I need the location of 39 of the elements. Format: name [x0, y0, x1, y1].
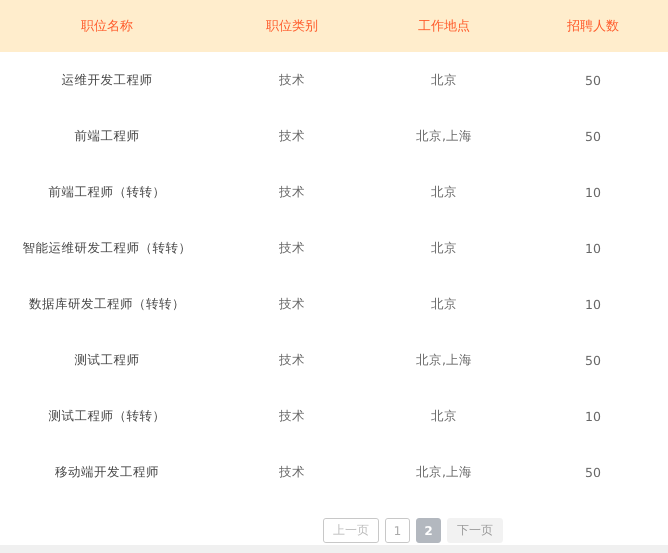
category-cell: 技术: [279, 128, 305, 144]
location-cell: 北京,上海: [416, 464, 472, 480]
headcount-cell: 10: [585, 184, 601, 200]
job-title-cell: 运维开发工程师: [62, 72, 152, 88]
job-title-cell: 前端工程师（转转）: [48, 184, 166, 200]
location-cell: 北京: [431, 408, 457, 424]
location-cell: 北京: [431, 72, 457, 88]
headcount-cell: 50: [585, 352, 601, 368]
column-header: 职位名称: [81, 18, 133, 35]
column-header: 职位类别: [266, 18, 318, 35]
job-title-cell: 移动端开发工程师: [55, 464, 159, 480]
headcount-cell: 50: [585, 72, 601, 88]
category-cell: 技术: [279, 184, 305, 200]
location-cell: 北京: [431, 240, 457, 256]
category-cell: 技术: [279, 464, 305, 480]
category-cell: 技术: [279, 408, 305, 424]
column-header: 招聘人数: [567, 18, 619, 35]
job-title-cell: 前端工程师: [74, 128, 140, 144]
page-button[interactable]: 2: [416, 518, 441, 543]
headcount-cell: 50: [585, 128, 601, 144]
location-cell: 北京: [431, 296, 457, 312]
category-cell: 技术: [279, 296, 305, 312]
headcount-cell: 10: [585, 296, 601, 312]
headcount-cell: 10: [585, 240, 601, 256]
previous-page-button[interactable]: 上一页: [323, 518, 379, 543]
headcount-cell: 50: [585, 464, 601, 480]
page-button[interactable]: 1: [385, 518, 410, 543]
category-cell: 技术: [279, 240, 305, 256]
job-title-cell: 智能运维研发工程师（转转）: [22, 240, 192, 256]
headcount-cell: 10: [585, 408, 601, 424]
location-cell: 北京: [431, 184, 457, 200]
job-title-cell: 测试工程师（转转）: [48, 408, 166, 424]
column-header: 工作地点: [418, 18, 470, 35]
location-cell: 北京,上海: [416, 128, 472, 144]
category-cell: 技术: [279, 352, 305, 368]
job-title-cell: 测试工程师: [74, 352, 140, 368]
category-cell: 技术: [279, 72, 305, 88]
job-title-cell: 数据库研发工程师（转转）: [29, 296, 185, 312]
location-cell: 北京,上海: [416, 352, 472, 368]
